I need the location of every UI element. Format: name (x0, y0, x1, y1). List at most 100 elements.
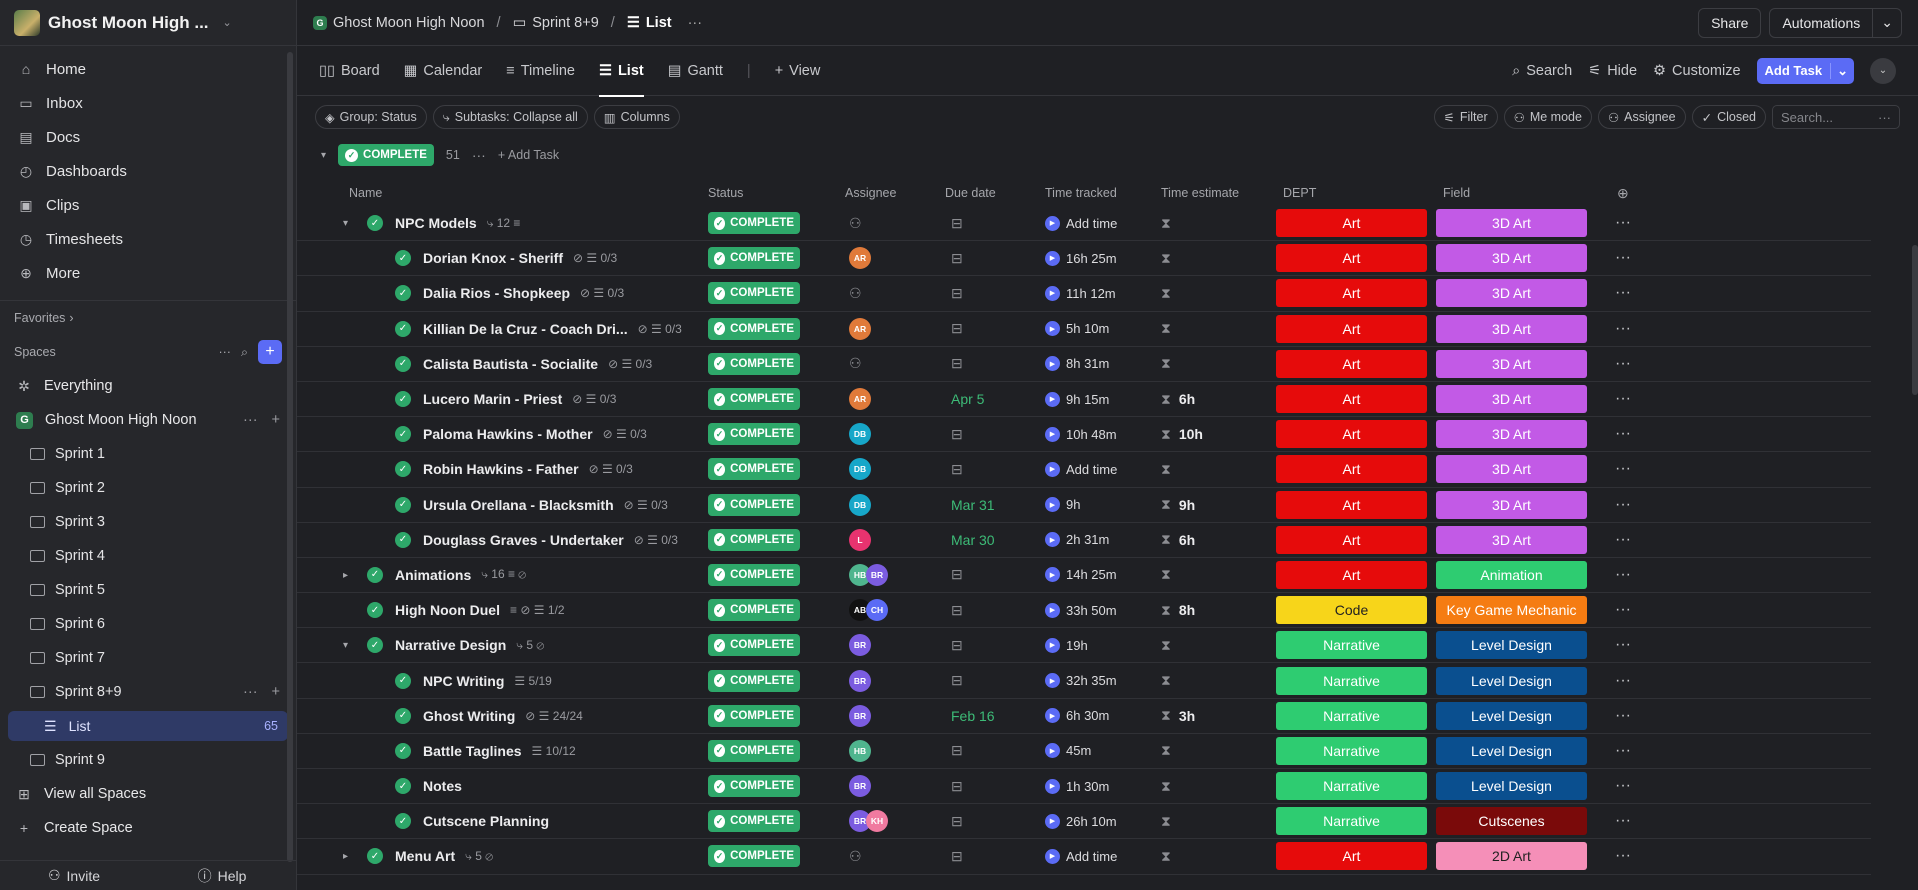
time-estimate-cell[interactable]: ⧗ (1161, 206, 1171, 240)
table-row[interactable]: ✓ Lucero Marin - Priest ⊘ ☰ 0/3 ✓ COMPLE… (297, 382, 1871, 418)
assignee-cell[interactable]: HB BR (849, 558, 888, 592)
more-dots-icon[interactable]: ··· (243, 684, 258, 700)
dept-tag[interactable]: Art (1276, 420, 1427, 449)
time-estimate[interactable]: 6h (1179, 391, 1195, 407)
avatar[interactable]: BR (849, 669, 871, 692)
table-row[interactable]: ✓ Dalia Rios - Shopkeep ⊘ ☰ 0/3 ✓ COMPLE… (297, 276, 1871, 312)
task-name-cell[interactable]: ✓ Ursula Orellana - Blacksmith ⊘ ☰ 0/3 (395, 488, 700, 522)
row-menu[interactable]: ··· (1615, 276, 1631, 310)
check-icon[interactable]: ✓ (367, 848, 383, 865)
time-estimate-cell[interactable]: ⧗ (1161, 663, 1171, 697)
calendar-icon[interactable]: ⊟ (951, 285, 963, 302)
play-icon[interactable]: ▶ (1045, 250, 1060, 266)
play-icon[interactable]: ▶ (1045, 426, 1060, 442)
due-date-cell[interactable]: ⊟ (951, 452, 963, 486)
time-estimate[interactable]: 6h (1179, 532, 1195, 548)
more-dots-icon[interactable]: ··· (1615, 531, 1631, 549)
more-dots-icon[interactable]: ··· (218, 345, 231, 359)
due-date-cell[interactable]: Apr 5 (951, 382, 984, 416)
sidebar-item-inbox[interactable]: ▭ Inbox (0, 86, 296, 120)
time-estimate-cell[interactable]: ⧗ 6h (1161, 523, 1195, 557)
time-tracked-cell[interactable]: ▶ 8h 31m (1045, 347, 1109, 381)
time-estimate-cell[interactable]: ⧗ (1161, 241, 1171, 275)
field-tag[interactable]: 3D Art (1436, 385, 1587, 414)
sidebar-item-clips[interactable]: ▣ Clips (0, 188, 296, 222)
automations-button[interactable]: Automations ⌄ (1769, 7, 1902, 38)
status-badge[interactable]: ✓ COMPLETE (708, 317, 800, 340)
status-cell[interactable]: ✓ COMPLETE (708, 417, 800, 451)
assignee-cell[interactable]: BR (849, 663, 871, 697)
more-dots-icon[interactable]: ··· (1878, 110, 1891, 125)
status-badge[interactable]: ✓ COMPLETE (708, 528, 800, 551)
status-badge[interactable]: ✓ COMPLETE (708, 247, 800, 270)
time-tracked-cell[interactable]: ▶ 6h 30m (1045, 699, 1109, 733)
due-date-cell[interactable]: ⊟ (951, 628, 963, 662)
task-name-cell[interactable]: ✓ Dorian Knox - Sheriff ⊘ ☰ 0/3 (395, 241, 700, 275)
check-icon[interactable]: ✓ (395, 391, 411, 408)
dept-cell[interactable]: Art (1276, 276, 1427, 310)
time-estimate-cell[interactable]: ⧗ (1161, 276, 1171, 310)
assignee-cell[interactable]: DB (849, 452, 871, 486)
invite-button[interactable]: ⚇ Invite (0, 867, 148, 884)
calendar-icon[interactable]: ⊟ (951, 355, 963, 372)
play-icon[interactable]: ▶ (1045, 813, 1060, 829)
play-icon[interactable]: ▶ (1045, 637, 1060, 653)
time-tracked-cell[interactable]: ▶ Add time (1045, 452, 1117, 486)
sidebar-item-everything[interactable]: ✲ Everything (0, 369, 296, 403)
dept-cell[interactable]: Narrative (1276, 628, 1427, 662)
field-tag[interactable]: 3D Art (1436, 525, 1587, 554)
sidebar-item-sprint-9[interactable]: Sprint 9 (0, 743, 296, 777)
add-assignee-icon[interactable]: ⚇ (849, 215, 862, 232)
task-name[interactable]: Narrative Design (395, 637, 506, 653)
check-icon[interactable]: ✓ (395, 461, 411, 478)
check-icon[interactable]: ✓ (395, 778, 411, 795)
time-estimate-cell[interactable]: ⧗ (1161, 769, 1171, 803)
assignee-cell[interactable]: ⚇ (849, 276, 862, 310)
more-dots-icon[interactable]: ··· (1615, 601, 1631, 619)
dept-tag[interactable]: Art (1276, 244, 1427, 273)
status-badge[interactable]: ✓ COMPLETE (708, 669, 800, 692)
due-date-cell[interactable]: ⊟ (951, 241, 963, 275)
task-name-cell[interactable]: ✓ NPC Writing ☰ 5/19 (395, 663, 700, 697)
add-assignee-icon[interactable]: ⚇ (849, 848, 862, 865)
chevron-right-icon[interactable]: ▸ (343, 851, 348, 862)
field-cell[interactable]: 3D Art (1436, 347, 1587, 381)
assignee-cell[interactable]: ⚇ (849, 206, 862, 240)
task-name[interactable]: Douglass Graves - Undertaker (423, 532, 624, 548)
task-name[interactable]: Ursula Orellana - Blacksmith (423, 497, 614, 513)
create-space[interactable]: + Create Space (0, 811, 296, 845)
sidebar-item-timesheets[interactable]: ◷ Timesheets (0, 222, 296, 256)
field-tag[interactable]: 3D Art (1436, 420, 1587, 449)
dept-tag[interactable]: Art (1276, 525, 1427, 554)
more-dots-icon[interactable]: ··· (1615, 742, 1631, 760)
play-icon[interactable]: ▶ (1045, 567, 1060, 583)
table-row[interactable]: ✓ Dorian Knox - Sheriff ⊘ ☰ 0/3 ✓ COMPLE… (297, 241, 1871, 277)
row-menu[interactable]: ··· (1615, 452, 1631, 486)
status-cell[interactable]: ✓ COMPLETE (708, 804, 800, 838)
more-dots-icon[interactable]: ··· (688, 15, 703, 31)
status-badge[interactable]: ✓ COMPLETE (708, 739, 800, 762)
avatar[interactable]: CH (866, 599, 888, 622)
task-name[interactable]: Dalia Rios - Shopkeep (423, 285, 570, 301)
sidebar-item-folder[interactable]: Sprint 6 (0, 607, 296, 641)
check-icon[interactable]: ✓ (367, 566, 383, 583)
sidebar-item-folder[interactable]: Sprint 7 (0, 641, 296, 675)
field-tag[interactable]: 3D Art (1436, 279, 1587, 308)
play-icon[interactable]: ▶ (1045, 461, 1060, 477)
chevron-down-icon[interactable]: ⌄ (1872, 8, 1901, 37)
field-cell[interactable]: 3D Art (1436, 241, 1587, 275)
task-name-cell[interactable]: ✓ Animations ⤷ 16 ≡ ⊘ (367, 558, 700, 592)
time-tracked-cell[interactable]: ▶ 19h (1045, 628, 1088, 662)
task-name[interactable]: Calista Bautista - Socialite (423, 356, 598, 372)
more-dots-icon[interactable]: ··· (1615, 496, 1631, 514)
check-icon[interactable]: ✓ (395, 320, 411, 337)
share-button[interactable]: Share (1698, 7, 1762, 38)
plus-icon[interactable]: + (272, 684, 280, 700)
time-estimate-cell[interactable]: ⧗ 10h (1161, 417, 1203, 451)
view-all-spaces[interactable]: ⊞ View all Spaces (0, 777, 296, 811)
field-tag[interactable]: 3D Art (1436, 455, 1587, 484)
task-name-cell[interactable]: ✓ Battle Taglines ☰ 10/12 (395, 734, 700, 768)
more-dots-icon[interactable]: ··· (1615, 425, 1631, 443)
assignee-cell[interactable]: AR (849, 241, 871, 275)
field-cell[interactable]: Level Design (1436, 769, 1587, 803)
